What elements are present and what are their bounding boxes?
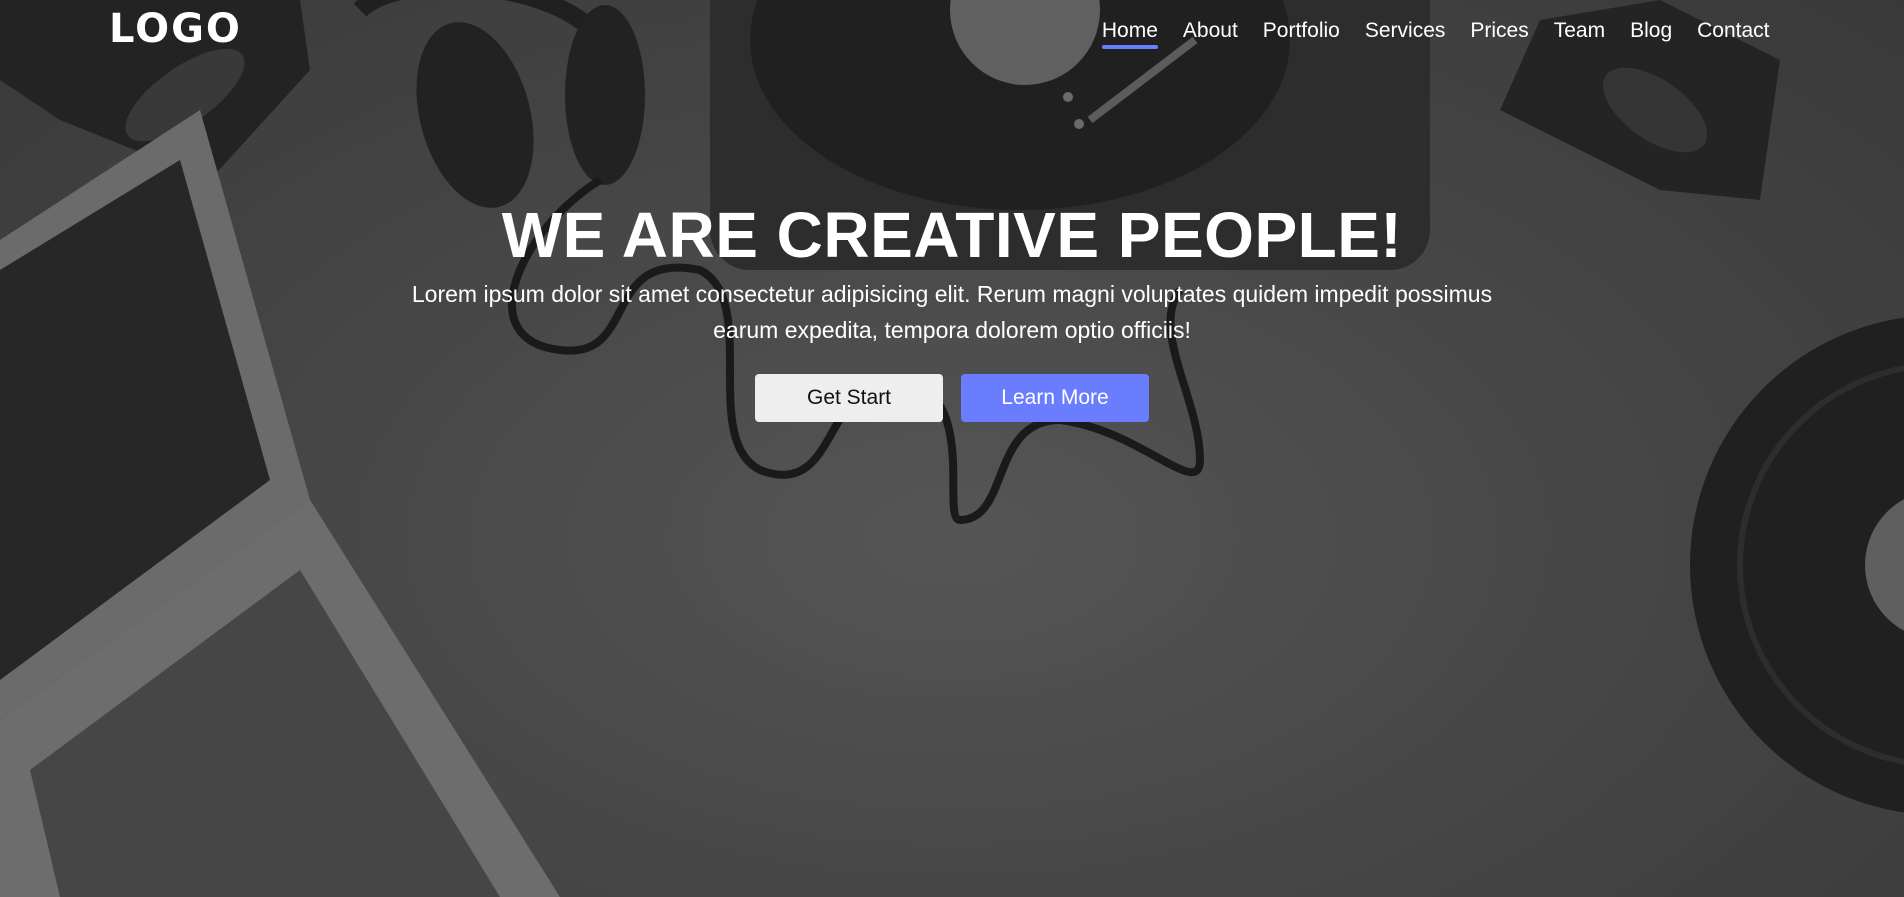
nav-link-blog[interactable]: Blog (1618, 14, 1685, 48)
nav-link-portfolio[interactable]: Portfolio (1250, 14, 1352, 48)
nav-link-home[interactable]: Home (1089, 14, 1170, 49)
site-logo[interactable]: LOGO (109, 4, 242, 54)
hero-title: WE ARE CREATIVE PEOPLE! (501, 199, 1403, 271)
get-start-button[interactable]: Get Start (755, 374, 943, 422)
main-navigation: Home About Portfolio Services Prices Tea… (1089, 14, 1782, 49)
hero-subtitle: Lorem ipsum dolor sit amet consectetur a… (411, 281, 1493, 343)
dark-overlay (0, 0, 1904, 897)
nav-link-team[interactable]: Team (1541, 14, 1617, 48)
nav-link-services[interactable]: Services (1352, 14, 1458, 48)
learn-more-button[interactable]: Learn More (961, 374, 1149, 422)
hero-buttons: Get Start Learn More (0, 374, 1904, 422)
nav-link-about[interactable]: About (1170, 14, 1250, 48)
nav-link-contact[interactable]: Contact (1685, 14, 1782, 48)
hero-content: WE ARE CREATIVE PEOPLE! Lorem ipsum dolo… (0, 196, 1904, 422)
nav-link-prices[interactable]: Prices (1458, 14, 1541, 48)
hero-section: LOGO Home About Portfolio Services Price… (0, 0, 1904, 897)
